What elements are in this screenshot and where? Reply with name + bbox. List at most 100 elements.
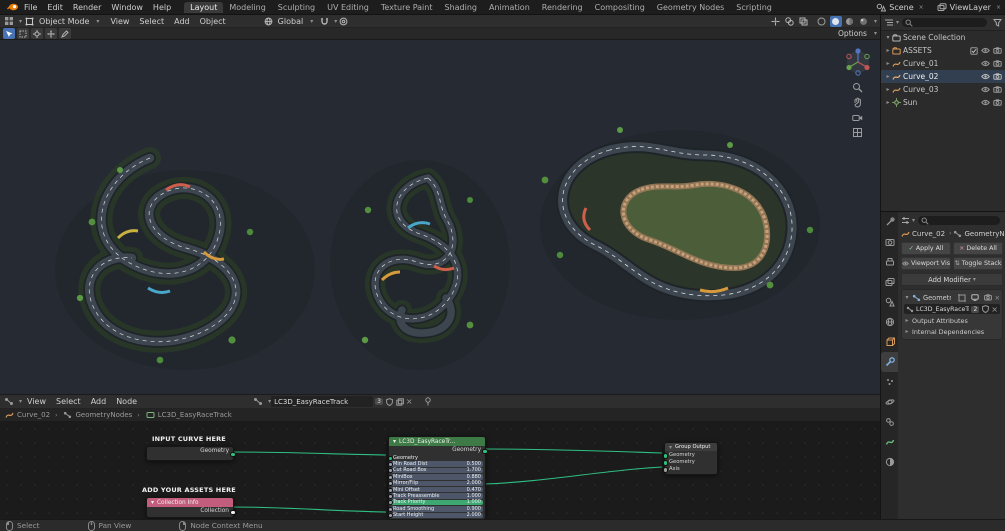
- blender-logo-icon[interactable]: [7, 2, 19, 12]
- render-display-icon[interactable]: [984, 294, 993, 301]
- tab-object-data-icon[interactable]: [881, 432, 898, 452]
- lc3d-easyracetrack-node[interactable]: ▾ LC3D_EasyRaceTr... Geometry Geometry M…: [387, 436, 488, 519]
- tab-scene-icon[interactable]: [881, 292, 898, 312]
- param-slider[interactable]: Cut Road Box 1.700: [387, 467, 483, 474]
- tab-render-icon[interactable]: [881, 232, 898, 252]
- render-camera-icon[interactable]: [993, 99, 1002, 106]
- render-camera-icon[interactable]: [993, 60, 1002, 67]
- shading-material-icon[interactable]: [844, 16, 856, 27]
- expand-caret-icon[interactable]: ▸: [884, 86, 892, 93]
- node-menu-add[interactable]: Add: [86, 397, 112, 406]
- tab-output-icon[interactable]: [881, 252, 898, 272]
- breadcrumb-modifier[interactable]: GeometryNodes: [964, 230, 1005, 238]
- tab-tool-icon[interactable]: [881, 212, 898, 232]
- apply-all-button[interactable]: ✓ Apply All: [901, 242, 951, 255]
- filter-funnel-icon[interactable]: [993, 18, 1002, 27]
- expand-caret-icon[interactable]: ▸: [884, 73, 892, 80]
- duplicate-data-icon[interactable]: [396, 397, 404, 406]
- node-group-users-badge[interactable]: 2: [971, 305, 980, 313]
- outliner-search-input[interactable]: [902, 18, 987, 27]
- pin-icon[interactable]: [424, 397, 432, 406]
- eye-icon[interactable]: [981, 73, 990, 80]
- workspace-tab-compositing[interactable]: Compositing: [589, 2, 651, 13]
- viewport-menu-object[interactable]: Object: [195, 17, 231, 26]
- eye-icon[interactable]: [981, 99, 990, 106]
- outliner-row-curve-02[interactable]: ▸ Curve_02: [881, 70, 1005, 83]
- tab-material-icon[interactable]: [881, 452, 898, 472]
- show-overlays-icon[interactable]: [784, 16, 796, 27]
- expand-caret-icon[interactable]: ▸: [884, 99, 892, 106]
- 3d-viewport[interactable]: [0, 40, 880, 394]
- axis-input-socket[interactable]: [662, 467, 668, 473]
- node-group-selector[interactable]: LC3D_EasyRaceTrack 2 ×: [904, 304, 1000, 314]
- tool-move-icon[interactable]: [45, 28, 57, 39]
- render-camera-icon[interactable]: [993, 47, 1002, 54]
- workspace-tab-texture-paint[interactable]: Texture Paint: [375, 2, 439, 13]
- workspace-tab-rendering[interactable]: Rendering: [536, 2, 589, 13]
- modifier-panel-header[interactable]: ▾ GeometryN... ×: [904, 292, 1000, 303]
- proportional-editing-icon[interactable]: [337, 16, 349, 27]
- tab-world-icon[interactable]: [881, 312, 898, 332]
- render-camera-icon[interactable]: [993, 73, 1002, 80]
- param-slider-highlighted[interactable]: Track Priority 1.000: [387, 499, 483, 506]
- param-slider[interactable]: Min Road Dist 0.500: [387, 461, 483, 468]
- shading-rendered-icon[interactable]: [858, 16, 870, 27]
- outliner-row-scene-collection[interactable]: ▾ Scene Collection: [881, 31, 1005, 44]
- editor-type-geometry-nodes-icon[interactable]: [3, 396, 15, 407]
- viewport-grid-perspective-icon[interactable]: [852, 127, 865, 140]
- menu-file[interactable]: File: [19, 3, 42, 12]
- crumb-node-group[interactable]: LC3D_EasyRaceTrack: [158, 411, 232, 419]
- workspace-tab-modeling[interactable]: Modeling: [223, 2, 271, 13]
- delete-all-button[interactable]: × Delete All: [953, 242, 1003, 255]
- view-layer-selector[interactable]: ViewLayer: [947, 3, 994, 12]
- menu-help[interactable]: Help: [148, 3, 176, 12]
- tool-cursor-icon[interactable]: [31, 28, 43, 39]
- menu-window[interactable]: Window: [106, 3, 148, 12]
- tab-modifiers-wrench-icon[interactable]: [881, 352, 898, 372]
- viewport-pan-hand-icon[interactable]: [852, 97, 865, 110]
- add-modifier-dropdown[interactable]: Add Modifier ▾: [901, 273, 1003, 286]
- tab-object-icon[interactable]: [881, 332, 898, 352]
- tree-users-badge[interactable]: 3: [375, 398, 383, 405]
- node-tree-name-field[interactable]: LC3D_EasyRaceTrack: [271, 396, 374, 407]
- tool-tweak-icon[interactable]: [3, 28, 15, 39]
- unlink-node-group-icon[interactable]: ×: [991, 305, 998, 314]
- viewport-zoom-icon[interactable]: [852, 82, 865, 95]
- scene-unlink-icon[interactable]: ×: [919, 4, 924, 11]
- close-modifier-icon[interactable]: ×: [994, 294, 1000, 302]
- viewport-menu-view[interactable]: View: [105, 17, 134, 26]
- tool-select-box-icon[interactable]: [17, 28, 29, 39]
- browse-node-tree-icon[interactable]: [252, 396, 264, 407]
- tool-annotate-icon[interactable]: [59, 28, 71, 39]
- menu-edit[interactable]: Edit: [42, 3, 68, 12]
- group-output-node[interactable]: ▾ Group Output Geometry Geometry Axis: [662, 442, 718, 475]
- exclude-checkbox-icon[interactable]: [970, 46, 978, 55]
- tab-physics-icon[interactable]: [881, 392, 898, 412]
- node-collapse-caret[interactable]: ▾: [150, 499, 155, 506]
- scene-selector[interactable]: Scene: [886, 3, 916, 12]
- expand-caret-icon[interactable]: ▸: [884, 60, 892, 67]
- viewport-menu-select[interactable]: Select: [134, 17, 169, 26]
- node-menu-select[interactable]: Select: [51, 397, 86, 406]
- shading-caret[interactable]: ▾: [874, 18, 877, 25]
- viewport-vis-button[interactable]: Viewport Vis: [901, 257, 951, 270]
- outliner-row-sun[interactable]: ▸ Sun: [881, 96, 1005, 109]
- eye-icon[interactable]: [981, 47, 990, 54]
- workspace-tab-animation[interactable]: Animation: [483, 2, 536, 13]
- geometry-output-socket[interactable]: [230, 451, 236, 457]
- edit-mode-display-icon[interactable]: [958, 293, 967, 302]
- options-dropdown[interactable]: Options: [833, 29, 872, 38]
- node-collapse-caret[interactable]: ▾: [668, 444, 673, 451]
- group-input-node[interactable]: Geometry: [146, 446, 236, 461]
- param-slider[interactable]: Mini Offset 0.470: [387, 487, 483, 494]
- node-collapse-caret[interactable]: ▾: [392, 438, 397, 445]
- workspace-tab-uv-editing[interactable]: UV Editing: [321, 2, 375, 13]
- param-slider[interactable]: Start Height 2.000: [387, 512, 483, 519]
- fake-user-shield-icon[interactable]: [386, 397, 393, 406]
- viewport-menu-add[interactable]: Add: [169, 17, 195, 26]
- workspace-tab-layout[interactable]: Layout: [184, 1, 224, 13]
- tab-constraints-icon[interactable]: [881, 412, 898, 432]
- transform-orientation-dropdown[interactable]: Global: [273, 17, 309, 26]
- editor-type-properties-icon[interactable]: [901, 216, 910, 225]
- tab-particles-icon[interactable]: [881, 372, 898, 392]
